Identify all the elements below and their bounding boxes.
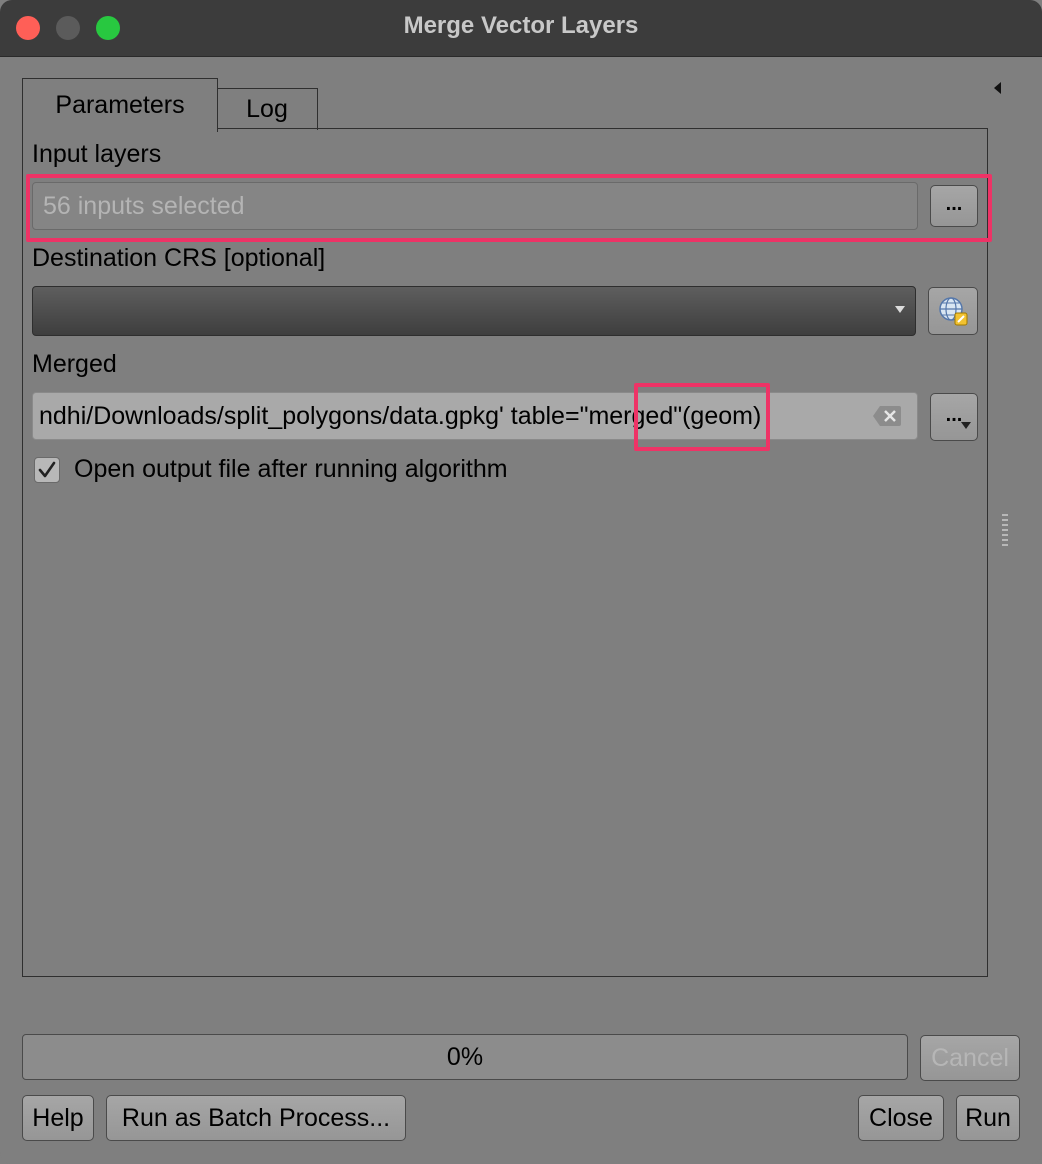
help-button-label: Help <box>32 1103 84 1132</box>
cancel-button[interactable]: Cancel <box>920 1035 1020 1081</box>
run-as-batch-label: Run as Batch Process... <box>121 1103 391 1132</box>
run-button-label: Run <box>965 1103 1011 1132</box>
tab-log-label: Log <box>246 95 288 123</box>
window-title: Merge Vector Layers <box>403 12 639 39</box>
close-button-label: Close <box>869 1103 933 1132</box>
progress-text: 0% <box>446 1042 484 1071</box>
cancel-button-label: Cancel <box>931 1043 1009 1072</box>
title-bar: Merge Vector Layers <box>0 0 1042 57</box>
parameters-panel <box>22 128 988 977</box>
help-button[interactable]: Help <box>22 1095 94 1141</box>
dialog-window: Merge Vector Layers Parameters Log Input… <box>0 0 1042 1164</box>
tab-parameters[interactable]: Parameters <box>22 78 218 132</box>
collapse-panel-arrow-icon[interactable] <box>994 82 1001 94</box>
run-as-batch-button[interactable]: Run as Batch Process... <box>106 1095 406 1141</box>
merged-name-highlight <box>634 383 770 451</box>
input-layers-highlight <box>26 174 992 242</box>
splitter-handle[interactable] <box>1002 514 1008 548</box>
close-button[interactable]: Close <box>858 1095 944 1141</box>
tab-parameters-label: Parameters <box>55 91 185 119</box>
active-tab-join <box>23 127 216 131</box>
tab-log[interactable]: Log <box>216 88 318 130</box>
run-button[interactable]: Run <box>956 1095 1020 1141</box>
progress-bar: 0% <box>22 1034 908 1080</box>
